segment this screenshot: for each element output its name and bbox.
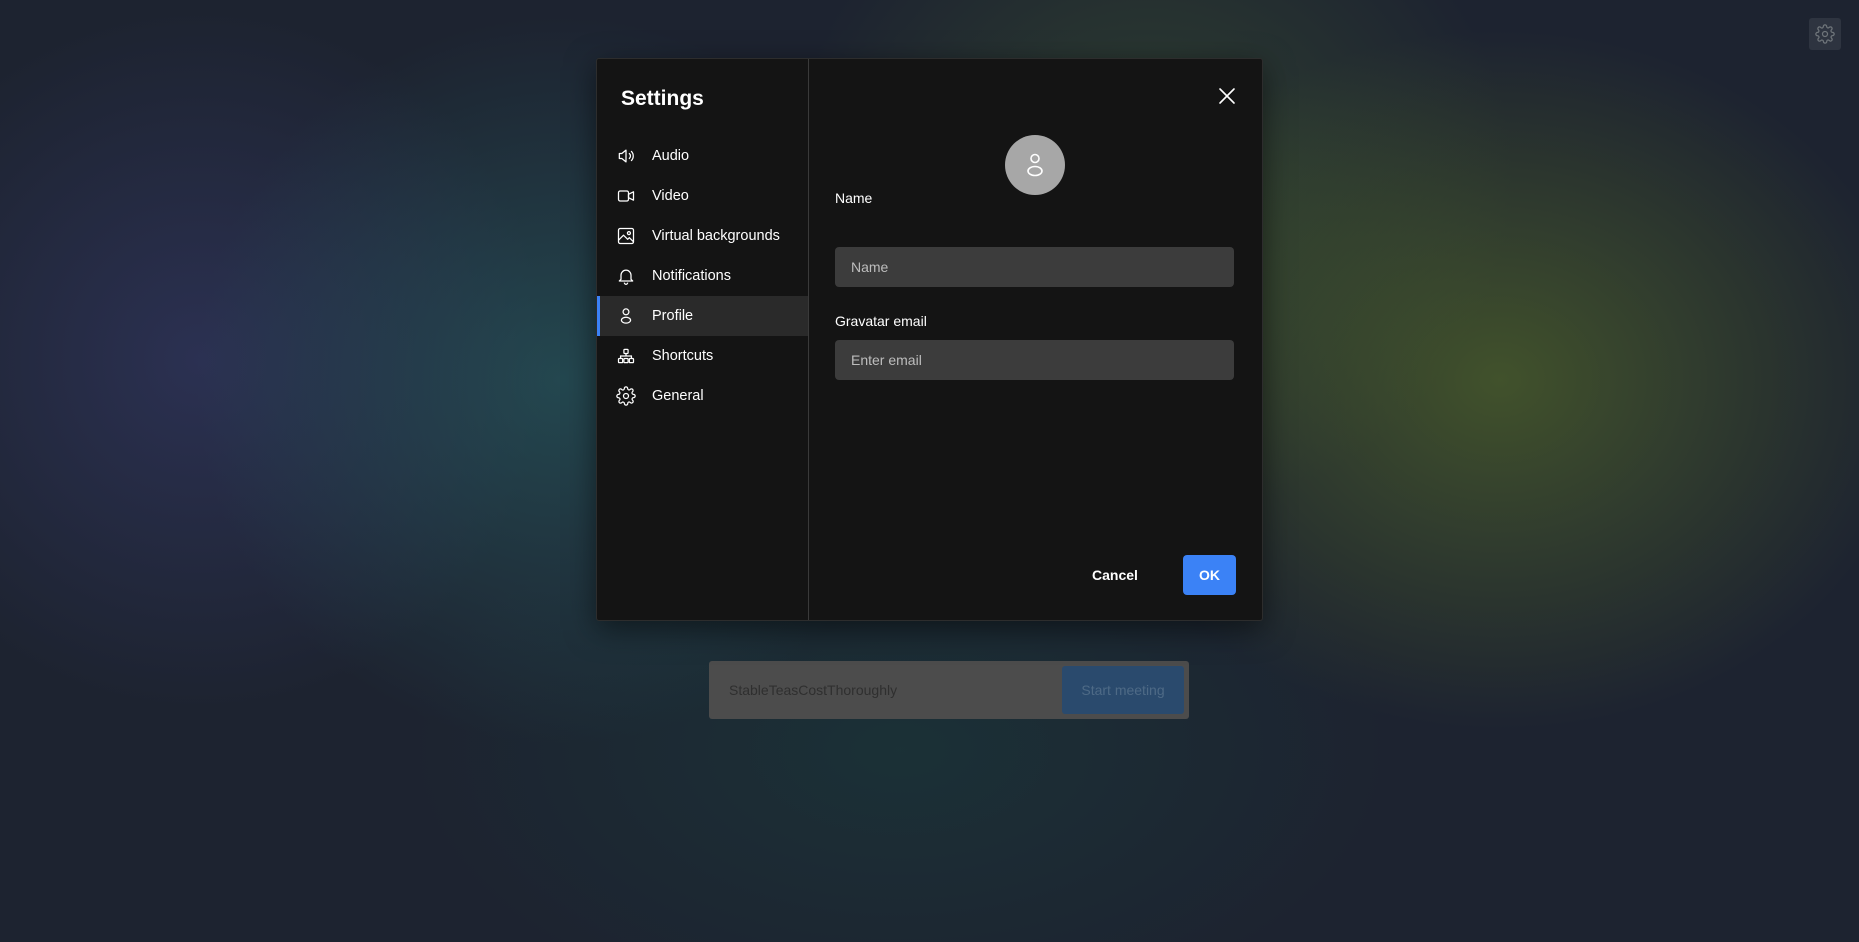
user-icon xyxy=(1027,153,1043,177)
nav-label-shortcuts: Shortcuts xyxy=(652,348,714,364)
nav-item-audio[interactable]: Audio xyxy=(597,136,808,176)
name-input[interactable] xyxy=(835,247,1234,287)
nav-label-notifications: Notifications xyxy=(652,268,731,284)
nav-label-virtual-backgrounds: Virtual backgrounds xyxy=(652,228,780,244)
video-camera-icon xyxy=(616,186,636,206)
gravatar-email-input[interactable] xyxy=(835,340,1234,380)
close-button[interactable] xyxy=(1216,85,1238,107)
nav-label-general: General xyxy=(652,388,704,404)
shortcuts-icon xyxy=(616,346,636,366)
nav-item-profile[interactable]: Profile xyxy=(597,296,808,336)
settings-title: Settings xyxy=(621,87,704,110)
settings-sidebar: Settings Audio Video Virtual backgrounds… xyxy=(597,59,809,620)
nav-item-virtual-backgrounds[interactable]: Virtual backgrounds xyxy=(597,216,808,256)
user-icon xyxy=(616,306,636,326)
close-icon xyxy=(1219,88,1235,104)
start-meeting-button[interactable]: Start meeting xyxy=(1062,666,1184,714)
meeting-bar: StableTeasCostThoroughly Start meeting xyxy=(709,661,1189,719)
gear-icon xyxy=(1815,24,1835,44)
image-icon xyxy=(616,226,636,246)
settings-gear-button[interactable] xyxy=(1809,18,1841,50)
settings-dialog: Settings Audio Video Virtual backgrounds… xyxy=(596,58,1263,621)
name-label: Name xyxy=(835,190,873,206)
gravatar-email-label: Gravatar email xyxy=(835,313,927,329)
cancel-button[interactable]: Cancel xyxy=(1081,555,1149,595)
nav-label-video: Video xyxy=(652,188,689,204)
nav-label-audio: Audio xyxy=(652,148,690,164)
nav-item-general[interactable]: General xyxy=(597,376,808,416)
bell-icon xyxy=(616,266,636,286)
nav-label-profile: Profile xyxy=(652,308,694,324)
ok-button[interactable]: OK xyxy=(1183,555,1236,595)
nav-item-notifications[interactable]: Notifications xyxy=(597,256,808,296)
speaker-icon xyxy=(616,146,636,166)
gear-icon xyxy=(616,386,636,406)
settings-nav: Audio Video Virtual backgrounds Notifica… xyxy=(597,136,808,416)
profile-panel: Name Gravatar email Cancel OK xyxy=(809,59,1262,620)
nav-item-shortcuts[interactable]: Shortcuts xyxy=(597,336,808,376)
nav-item-video[interactable]: Video xyxy=(597,176,808,216)
room-name-input[interactable]: StableTeasCostThoroughly xyxy=(729,661,897,719)
avatar xyxy=(1005,135,1065,195)
